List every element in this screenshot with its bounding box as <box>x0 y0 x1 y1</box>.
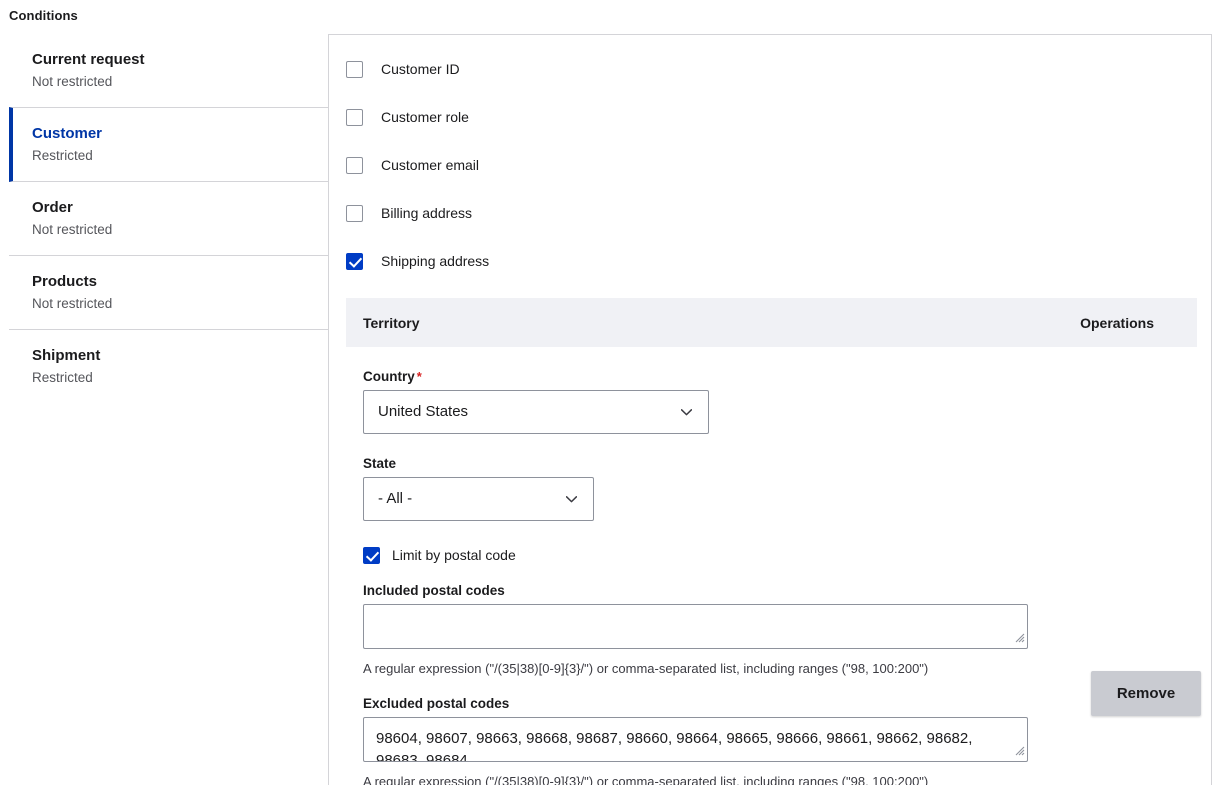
limit-by-postal-code-checkbox[interactable] <box>363 546 380 564</box>
sidebar-item-summary: Not restricted <box>32 296 113 311</box>
sidebar-item-title: Customer <box>32 125 103 142</box>
customer-email-checkbox[interactable] <box>346 156 363 174</box>
sidebar-item-customer[interactable]: Customer Restricted <box>9 107 328 182</box>
customer-role-label[interactable]: Customer role <box>381 108 469 126</box>
customer-id-label[interactable]: Customer ID <box>381 60 460 78</box>
column-header-territory: Territory <box>363 314 420 331</box>
territory-table-header: Territory Operations <box>346 298 1197 347</box>
included-postal-codes-input[interactable] <box>363 604 1028 649</box>
sidebar-item-summary: Restricted <box>32 148 93 163</box>
country-select-wrap: United States <box>363 390 709 434</box>
customer-id-checkbox[interactable] <box>346 60 363 78</box>
conditions-page: Conditions Current request Not restricte… <box>0 0 1224 785</box>
sidebar-item-title: Shipment <box>32 347 101 364</box>
state-field: State - All - <box>363 456 1180 521</box>
sidebar-item-order[interactable]: Order Not restricted <box>9 182 328 256</box>
limit-by-postal-code-row[interactable]: Limit by postal code <box>363 545 1180 565</box>
billing-address-label[interactable]: Billing address <box>381 204 472 222</box>
country-label: Country * <box>363 369 1180 384</box>
sidebar-item-summary: Restricted <box>32 370 93 385</box>
state-label: State <box>363 456 397 471</box>
condition-row-customer-id[interactable]: Customer ID <box>346 57 1211 81</box>
sidebar-item-title: Products <box>32 273 98 290</box>
state-select-wrap: - All - <box>363 477 594 521</box>
included-postal-codes-label: Included postal codes <box>363 583 505 598</box>
included-postal-codes-description: A regular expression ("/(35|38)[0-9]{3}/… <box>363 661 929 676</box>
excluded-postal-codes-description: A regular expression ("/(35|38)[0-9]{3}/… <box>363 774 929 785</box>
sidebar-item-title: Current request <box>32 51 145 68</box>
limit-by-postal-code-label[interactable]: Limit by postal code <box>392 546 516 564</box>
page-title: Conditions <box>9 8 78 23</box>
country-label-text: Country <box>363 369 415 384</box>
condition-row-shipping-address[interactable]: Shipping address <box>346 249 1211 273</box>
excluded-postal-codes-input[interactable] <box>363 717 1028 762</box>
sidebar-item-shipment[interactable]: Shipment Restricted <box>9 330 328 403</box>
state-select[interactable]: - All - <box>363 477 594 521</box>
condition-row-customer-role[interactable]: Customer role <box>346 105 1211 129</box>
sidebar-item-current-request[interactable]: Current request Not restricted <box>9 34 328 108</box>
sidebar-item-products[interactable]: Products Not restricted <box>9 256 328 330</box>
condition-row-customer-email[interactable]: Customer email <box>346 153 1211 177</box>
billing-address-checkbox[interactable] <box>346 204 363 222</box>
customer-email-label[interactable]: Customer email <box>381 156 479 174</box>
sidebar-item-summary: Not restricted <box>32 222 113 237</box>
remove-territory-button[interactable]: Remove <box>1091 671 1201 716</box>
country-field: Country * United States <box>363 369 1180 434</box>
sidebar-item-summary: Not restricted <box>32 74 113 89</box>
territory-row: Country * United States State - All - Li… <box>346 347 1201 785</box>
column-header-operations: Operations <box>1080 314 1154 331</box>
shipping-address-checkbox[interactable] <box>346 252 363 270</box>
excluded-postal-codes-label: Excluded postal codes <box>363 696 510 711</box>
customer-conditions-pane: Customer ID Customer role Customer email… <box>328 34 1212 785</box>
shipping-address-label[interactable]: Shipping address <box>381 252 489 270</box>
condition-row-billing-address[interactable]: Billing address <box>346 201 1211 225</box>
sidebar-item-title: Order <box>32 199 73 216</box>
required-marker: * <box>416 369 422 384</box>
customer-role-checkbox[interactable] <box>346 108 363 126</box>
country-select[interactable]: United States <box>363 390 709 434</box>
excluded-postal-codes-wrap <box>363 717 1028 762</box>
included-postal-codes-wrap <box>363 604 1028 649</box>
conditions-vertical-tabs: Current request Not restricted Customer … <box>9 34 328 403</box>
